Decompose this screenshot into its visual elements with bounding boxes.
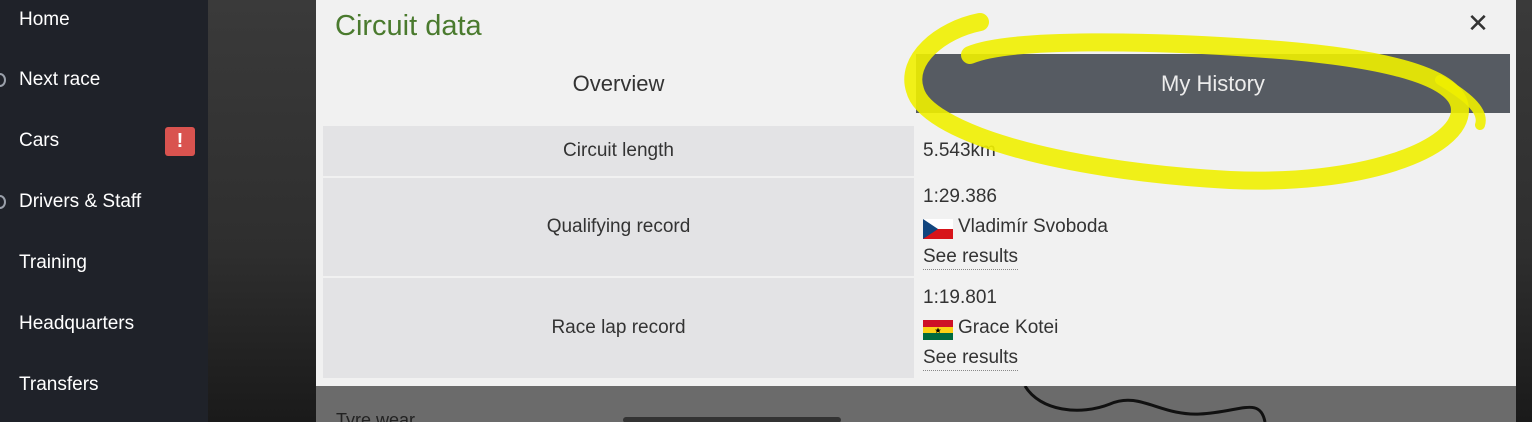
sidebar-item-home[interactable]: Home <box>0 0 208 40</box>
sidebar-item-label: Drivers & Staff <box>19 191 142 212</box>
sidebar-item-drivers-staff[interactable]: Drivers & Staff <box>0 182 208 222</box>
sidebar-item-headquarters[interactable]: Headquarters <box>0 304 208 344</box>
race-lap-record-label: Race lap record <box>323 278 914 378</box>
sidebar-item-next-race[interactable]: Next race <box>0 60 208 100</box>
sidebar-item-label: Next race <box>19 69 101 90</box>
race-lap-driver: Grace Kotei <box>958 317 1059 338</box>
flag-icon <box>0 73 6 87</box>
qualifying-time: 1:29.386 <box>923 186 997 207</box>
close-icon[interactable]: ✕ <box>1466 8 1490 38</box>
race-lap-record-value: 1:19.801 Grace Kotei See results <box>923 287 1323 377</box>
race-see-results-link[interactable]: See results <box>923 347 1019 371</box>
sidebar-item-label: Headquarters <box>19 313 135 334</box>
sidebar-item-label: Training <box>19 252 87 273</box>
sidebar-item-label: Home <box>19 9 70 30</box>
circuit-map <box>1023 386 1267 422</box>
circuit-length-label: Circuit length <box>323 126 914 176</box>
circuit-length-value: 5.543km <box>923 140 996 161</box>
sidebar-item-label: Transfers <box>19 374 99 395</box>
sidebar-item-cars[interactable]: Cars ! <box>0 121 208 161</box>
qualifying-driver: Vladimír Svoboda <box>958 216 1108 237</box>
race-lap-time: 1:19.801 <box>923 287 997 308</box>
tab-my-history[interactable]: My History <box>916 54 1510 113</box>
modal-title: Circuit data <box>335 10 482 42</box>
underlay-panel <box>316 386 1516 422</box>
qualifying-record-label: Qualifying record <box>323 178 914 276</box>
ghana-flag-icon <box>923 320 953 340</box>
alert-badge: ! <box>165 126 195 156</box>
czech-flag-icon <box>923 219 953 239</box>
person-icon <box>0 195 6 209</box>
tyre-wear-label: Tyre wear <box>336 410 416 422</box>
sidebar-item-label: Cars <box>19 130 60 151</box>
qualifying-record-value: 1:29.386 Vladimír Svoboda See results <box>923 186 1323 276</box>
tyre-wear-bar <box>623 417 841 422</box>
tab-overview[interactable]: Overview <box>323 54 914 113</box>
circuit-data-modal: Circuit data ✕ Overview My History Circu… <box>316 0 1516 386</box>
sidebar-item-training[interactable]: Training <box>0 243 208 283</box>
sidebar-item-transfers[interactable]: Transfers <box>0 365 208 405</box>
qualifying-see-results-link[interactable]: See results <box>923 246 1019 270</box>
sidebar: Home Next race Cars ! Drivers & Staff Tr… <box>0 0 208 422</box>
